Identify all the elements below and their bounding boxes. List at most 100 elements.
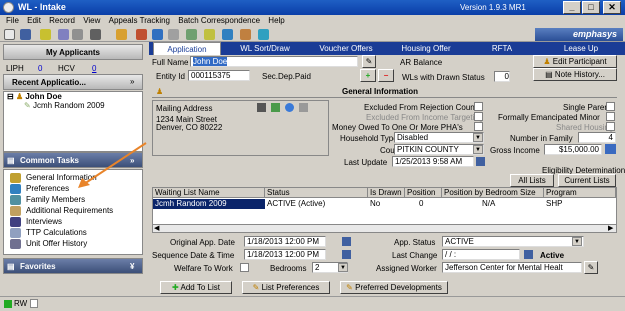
menu-appeals[interactable]: Appeals Tracking [109,16,170,25]
last-change-field[interactable]: / / : [442,249,520,260]
list-preferences-button[interactable]: ✎ List Preferences [242,281,330,294]
sequence-date-field[interactable]: 1/18/2013 12:00 PM [244,249,326,260]
recent-applications-header[interactable]: Recent Applicatio... [3,74,143,90]
entity-id-field[interactable]: 000115375 [188,70,250,81]
tool-icon[interactable] [136,29,147,40]
collapse-icon[interactable]: » [130,77,134,86]
column-header-status[interactable]: Status [265,188,368,198]
table-cell-position-bedroom[interactable]: N/A [442,199,544,209]
app-status-select[interactable]: ACTIVE [442,236,584,247]
user-icon[interactable] [240,29,251,40]
mail-icon[interactable] [222,29,233,40]
refresh-icon[interactable] [72,29,83,40]
table-cell-is-drawn[interactable]: No [368,199,405,209]
maximize-button[interactable]: □ [582,1,600,14]
expand-favorites-icon[interactable]: ¥ [130,259,134,274]
current-lists-button[interactable]: Current Lists [558,174,616,187]
add-button[interactable]: + [360,69,376,82]
full-name-field[interactable]: John Doe [190,56,358,67]
original-app-date-field[interactable]: 1/18/2013 12:00 PM [244,236,326,247]
next-address-icon[interactable] [271,103,280,112]
tab-application[interactable]: Application [153,42,221,55]
single-parent-checkbox[interactable] [606,102,615,111]
table-cell-status[interactable]: ACTIVE (Active) [265,199,368,209]
undo-icon[interactable] [58,29,69,40]
all-lists-button[interactable]: All Lists [510,174,554,187]
household-dropdown-icon[interactable]: ▼ [473,133,483,142]
favorites-header[interactable]: ▤ Favorites ¥ [3,258,143,274]
excluded-rejection-checkbox[interactable] [474,102,483,111]
money-owed-checkbox[interactable] [474,122,483,131]
menu-batch[interactable]: Batch Correspondence [178,16,260,25]
table-scrollbar[interactable]: ◀ ▶ [152,224,617,233]
table-cell-name[interactable]: Jcmh Random 2009 [153,199,265,209]
task-unit-offer-history[interactable]: Unit Offer History [26,239,87,248]
emancipated-checkbox[interactable] [606,112,615,121]
calendar-icon[interactable] [342,250,351,259]
menu-view[interactable]: View [83,16,100,25]
task-family-members[interactable]: Family Members [26,195,85,204]
wls-drawn-field[interactable]: 0 [494,71,510,82]
minimize-button[interactable]: _ [563,1,581,14]
liph-count[interactable]: 0 [38,64,42,73]
welfare-to-work-checkbox[interactable] [240,263,249,272]
income-calc-icon[interactable] [605,144,616,154]
add-to-list-button[interactable]: ✚ Add To List [160,281,232,294]
column-header-program[interactable]: Program [544,188,616,198]
excluded-income-checkbox[interactable] [474,112,483,121]
scroll-right-icon[interactable]: ▶ [608,224,613,232]
menu-edit[interactable]: Edit [27,16,41,25]
prev-address-icon[interactable] [257,103,266,112]
edit-participant-button[interactable]: ♟ Edit Participant [533,55,617,68]
bedrooms-dropdown-icon[interactable]: ▼ [338,263,348,272]
tab-voucher-offers[interactable]: Voucher Offers [307,42,385,55]
county-dropdown-icon[interactable]: ▼ [473,145,483,154]
app-status-dropdown-icon[interactable]: ▼ [572,237,582,246]
tab-rfta[interactable]: RFTA [469,42,535,55]
note-history-button[interactable]: ▤ Note History... [533,68,617,81]
tab-wl-sort-draw[interactable]: WL Sort/Draw [227,42,303,55]
tab-lease-up[interactable]: Lease Up [539,42,623,55]
table-cell-program[interactable]: SHP [544,199,616,209]
task-interviews[interactable]: Interviews [26,217,62,226]
print-icon[interactable] [152,29,163,40]
search-icon[interactable] [40,29,51,40]
save-icon[interactable] [20,29,31,40]
name-search-button[interactable]: ✎ [362,55,376,68]
tree-item-parent[interactable]: ⊟ ♟ John Doe [7,92,62,101]
column-header-position-bedroom[interactable]: Position by Bedroom Size [442,188,544,198]
task-ttp-calculations[interactable]: TTP Calculations [26,228,87,237]
shared-housing-checkbox[interactable] [606,122,615,131]
county-select[interactable]: PITKIN COUNTY [394,144,484,155]
num-family-field[interactable]: 4 [578,132,616,143]
report-icon[interactable] [186,29,197,40]
copy-icon[interactable] [168,29,179,40]
trash-icon[interactable] [90,29,101,40]
edit-address-icon[interactable] [299,103,308,112]
gross-income-field[interactable]: $15,000.00 [544,144,602,155]
folder-icon[interactable] [116,29,127,40]
remove-button[interactable]: − [378,69,394,82]
chart-icon[interactable] [204,29,215,40]
task-additional-requirements[interactable]: Additional Requirements [26,206,113,215]
new-icon[interactable] [4,29,15,40]
column-header-is-drawn[interactable]: Is Drawn [368,188,405,198]
assigned-worker-field[interactable]: Jefferson Center for Mental Healt [442,262,582,273]
task-preferences[interactable]: Preferences [26,184,69,193]
column-header-position[interactable]: Position [405,188,442,198]
menu-help[interactable]: Help [268,16,284,25]
close-button[interactable]: ✕ [603,1,621,14]
table-cell-position[interactable]: 0 [405,199,442,209]
calendar-icon[interactable] [524,250,533,259]
tree-item-child[interactable]: ✎ Jcmh Random 2009 [24,101,105,110]
assign-worker-button[interactable]: ✎ [584,261,598,274]
calendar-icon[interactable] [476,157,485,166]
scroll-left-icon[interactable]: ◀ [154,224,159,232]
hcv-count[interactable]: 0 [92,64,96,73]
last-update-field[interactable]: 1/25/2013 9:58 AM [392,156,474,167]
menu-file[interactable]: File [6,16,19,25]
preferred-developments-button[interactable]: ✎ Preferred Developments [340,281,448,294]
column-header-name[interactable]: Waiting List Name [153,188,265,198]
menu-record[interactable]: Record [49,16,75,25]
tab-housing-offer[interactable]: Housing Offer [387,42,465,55]
